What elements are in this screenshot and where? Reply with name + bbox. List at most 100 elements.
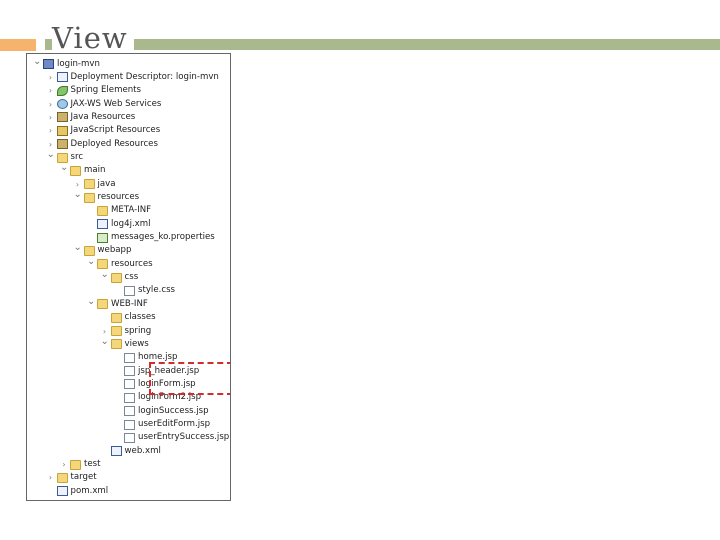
tree-item-label: java	[97, 178, 116, 189]
project-explorer-panel: ⌄ login-mvn › Deployment Descriptor: login-…	[26, 53, 231, 501]
jsp-file-icon	[124, 379, 135, 390]
chevron-right-icon[interactable]: ›	[47, 471, 55, 484]
tree-item[interactable]: userEditForm.jsp	[27, 418, 227, 431]
tree-item[interactable]: › Deployment Descriptor: login-mvn	[27, 71, 227, 84]
xml-file-icon	[110, 446, 122, 457]
tree-item-label: spring	[124, 325, 152, 336]
tree-item[interactable]: ⌄ WEB-INF	[27, 295, 227, 311]
tree-item[interactable]: ⌄ main	[27, 161, 227, 177]
tree-item[interactable]: › Java Resources	[27, 111, 227, 124]
chevron-down-icon[interactable]: ⌄	[101, 268, 109, 281]
tree-item[interactable]: › JavaScript Resources	[27, 124, 227, 137]
tree-item[interactable]: pom.xml	[27, 485, 227, 498]
jsp-file-icon	[124, 432, 135, 443]
tree-item[interactable]: style.css	[27, 284, 227, 297]
tree-item[interactable]: › Deployed Resources	[27, 138, 227, 151]
tree-item-label: css	[124, 272, 139, 283]
chevron-down-icon[interactable]: ⌄	[101, 335, 109, 348]
chevron-right-icon[interactable]: ›	[47, 111, 55, 124]
tree-item[interactable]: › Spring Elements	[27, 84, 227, 97]
tree-item-label: loginSuccess.jsp	[138, 405, 209, 416]
folder-icon	[83, 179, 95, 190]
folder-icon	[70, 165, 81, 176]
tree-item-label: style.css	[138, 285, 176, 296]
tree-item[interactable]: log4j.xml	[27, 218, 227, 231]
descriptor-icon	[56, 72, 68, 83]
tree-item[interactable]: userEntrySuccess.jsp	[27, 431, 230, 444]
folder-icon	[97, 299, 108, 310]
tree-item[interactable]: META-INF	[27, 204, 227, 217]
tree-item-label: main	[84, 165, 106, 176]
tree-item[interactable]: classes	[27, 311, 227, 324]
tree-item-label: pom.xml	[70, 485, 109, 496]
tree-item[interactable]: ⌄ src	[27, 148, 227, 164]
chevron-down-icon[interactable]: ⌄	[74, 188, 82, 201]
tree-item[interactable]: › test	[27, 458, 227, 471]
web-services-icon	[56, 99, 68, 110]
tree-item[interactable]: web.xml	[27, 445, 227, 458]
maven-pom-icon	[56, 486, 68, 497]
tree-item-label: WEB-INF	[111, 298, 148, 309]
chevron-down-icon[interactable]: ⌄	[33, 55, 41, 68]
tree-item-label: web.xml	[124, 445, 161, 456]
chevron-down-icon[interactable]: ⌄	[60, 161, 68, 174]
tree-item[interactable]: messages_ko.properties	[27, 231, 227, 244]
tree-item-label: messages_ko.properties	[111, 232, 215, 243]
chevron-right-icon[interactable]: ›	[47, 124, 55, 137]
folder-icon	[110, 312, 122, 323]
tree-item[interactable]: › target	[27, 471, 227, 484]
jsp-file-icon	[124, 406, 135, 417]
tree-item[interactable]: ⌄ views	[27, 335, 227, 351]
tree-item[interactable]: ⌄ resources	[27, 188, 227, 204]
folder-icon	[110, 272, 122, 283]
jsp-file-icon	[124, 352, 135, 363]
folder-icon	[56, 472, 68, 483]
tree-item-label: Spring Elements	[70, 85, 142, 96]
tree-item-label: resources	[97, 192, 140, 202]
tree-item[interactable]: › java	[27, 178, 227, 191]
tree-item[interactable]: › JAX-WS Web Services	[27, 98, 227, 111]
javascript-resources-icon	[56, 125, 68, 136]
chevron-right-icon[interactable]: ›	[47, 71, 55, 84]
tree-item-label: views	[124, 338, 149, 349]
css-file-icon	[124, 286, 135, 297]
chevron-right-icon[interactable]: ›	[60, 458, 68, 471]
tree-item[interactable]: › spring	[27, 325, 227, 338]
tree-item-label: META-INF	[111, 205, 152, 216]
folder-icon	[70, 459, 81, 470]
tree-item-label: JavaScript Resources	[70, 125, 161, 136]
folder-icon	[110, 339, 122, 350]
folder-icon	[110, 326, 122, 337]
tree-item-label: resources	[111, 258, 153, 269]
chevron-down-icon[interactable]: ⌄	[87, 295, 95, 308]
chevron-right-icon[interactable]: ›	[47, 84, 55, 97]
tree-item-label: userEditForm.jsp	[138, 418, 211, 429]
tree-item-label: target	[70, 472, 97, 483]
tree-item[interactable]: ⌄ webapp	[27, 241, 227, 257]
highlight-box	[149, 362, 230, 395]
chevron-down-icon[interactable]: ⌄	[74, 241, 82, 254]
tree-item-label: src	[70, 151, 84, 162]
accent-line	[45, 39, 720, 50]
tree-item-label: classes	[124, 312, 156, 323]
java-resources-icon	[56, 112, 68, 123]
project-icon	[43, 59, 54, 70]
tree-item-label: login-mvn	[57, 58, 100, 69]
tree-item-label: userEntrySuccess.jsp	[138, 432, 230, 443]
jsp-file-icon	[124, 392, 135, 403]
chevron-right-icon[interactable]: ›	[47, 98, 55, 111]
tree-item[interactable]: ⌄ resources	[27, 255, 227, 271]
tree-item[interactable]: ⌄ css	[27, 268, 227, 284]
folder-icon	[97, 205, 108, 216]
jsp-file-icon	[124, 419, 135, 430]
tree-item-label: JAX-WS Web Services	[70, 98, 162, 109]
tree-item[interactable]: ⌄ login-mvn	[27, 55, 227, 71]
tree-item-label: test	[84, 459, 101, 469]
chevron-down-icon[interactable]: ⌄	[87, 255, 95, 268]
tree-item-label: webapp	[97, 245, 132, 256]
tree-item-label: Java Resources	[70, 111, 136, 122]
tree-item[interactable]: loginSuccess.jsp	[27, 405, 227, 418]
properties-file-icon	[97, 232, 108, 243]
chevron-down-icon[interactable]: ⌄	[47, 148, 55, 161]
slide-title: View	[52, 18, 134, 58]
